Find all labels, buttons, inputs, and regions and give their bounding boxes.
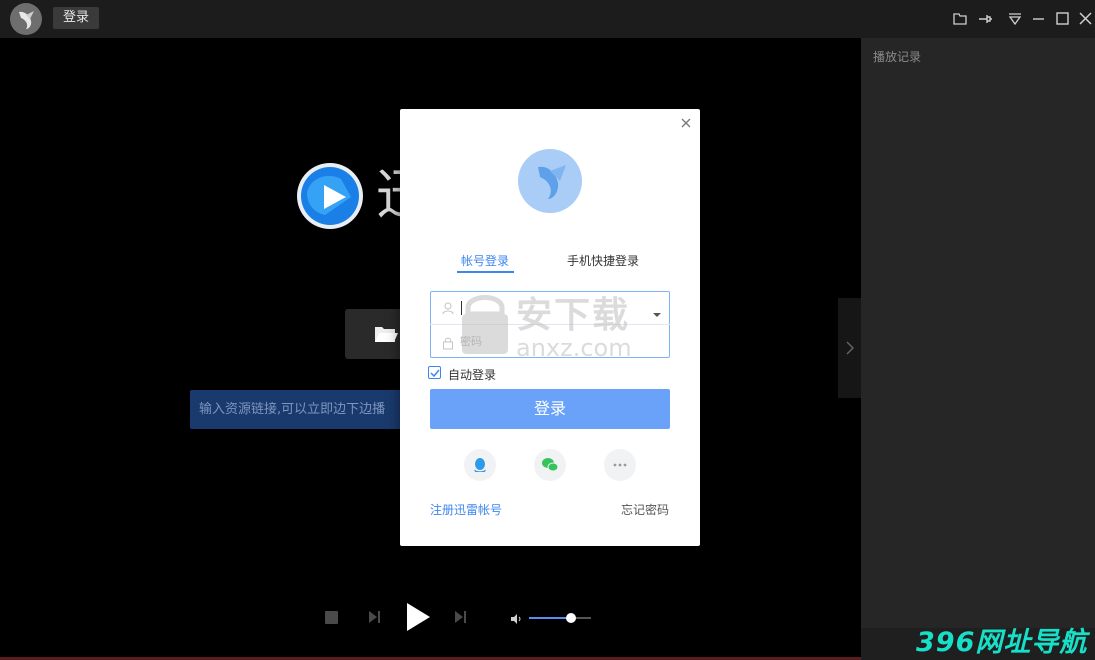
- folder-icon[interactable]: [950, 9, 970, 29]
- close-icon[interactable]: [1076, 9, 1095, 29]
- pin-icon[interactable]: [975, 9, 995, 29]
- more-login-options-button[interactable]: [604, 449, 636, 481]
- menu-triangle-icon[interactable]: [1005, 9, 1025, 29]
- volume-slider-fill: [529, 617, 571, 619]
- title-bar: 登录: [0, 0, 1095, 38]
- wechat-login-button[interactable]: [534, 449, 566, 481]
- qq-login-button[interactable]: [464, 449, 496, 481]
- stop-icon[interactable]: [325, 611, 338, 624]
- play-history-panel: 播放记录: [861, 38, 1095, 628]
- forgot-password-link[interactable]: 忘记密码: [621, 501, 669, 518]
- anxz-watermark-cn: 安下载: [516, 295, 631, 336]
- anxz-watermark: 安下载 anxz.com: [458, 286, 658, 370]
- app-logo-icon[interactable]: [10, 3, 42, 35]
- avatar: [518, 149, 582, 213]
- volume-slider-knob[interactable]: [566, 613, 576, 623]
- titlebar-login-button[interactable]: 登录: [53, 7, 99, 29]
- play-history-title: 播放记录: [873, 50, 922, 64]
- tab-account-login[interactable]: 帐号登录: [461, 252, 509, 269]
- next-icon[interactable]: [452, 609, 468, 629]
- previous-icon[interactable]: [366, 609, 382, 629]
- register-link[interactable]: 注册迅雷帐号: [430, 501, 502, 518]
- side-panel-toggle[interactable]: [838, 298, 861, 398]
- folder-open-icon: [375, 327, 398, 342]
- player-window: 登录 迅 输入资源链接,可以立即边: [0, 0, 1095, 660]
- play-icon[interactable]: [404, 601, 432, 637]
- chevron-right-icon: [846, 341, 854, 355]
- minimize-icon[interactable]: [1029, 9, 1049, 29]
- more-icon: [613, 463, 627, 467]
- resource-link-input[interactable]: 输入资源链接,可以立即边下边播: [190, 390, 430, 429]
- anxz-watermark-domain: anxz.com: [516, 334, 632, 362]
- dialog-close-icon[interactable]: [679, 115, 693, 129]
- user-icon: [441, 300, 455, 319]
- tab-phone-login[interactable]: 手机快捷登录: [567, 252, 639, 269]
- login-submit-button[interactable]: 登录: [430, 389, 670, 429]
- qq-icon: [474, 458, 486, 472]
- site-396-watermark: 396网址导航: [916, 627, 1088, 658]
- brand-logo-icon: [297, 163, 363, 229]
- maximize-icon[interactable]: [1053, 9, 1073, 29]
- auto-login-checkbox[interactable]: [428, 366, 441, 379]
- wechat-icon: [542, 458, 559, 472]
- lock-icon: [441, 335, 455, 354]
- active-tab-underline: [457, 271, 514, 273]
- volume-icon[interactable]: [509, 611, 523, 630]
